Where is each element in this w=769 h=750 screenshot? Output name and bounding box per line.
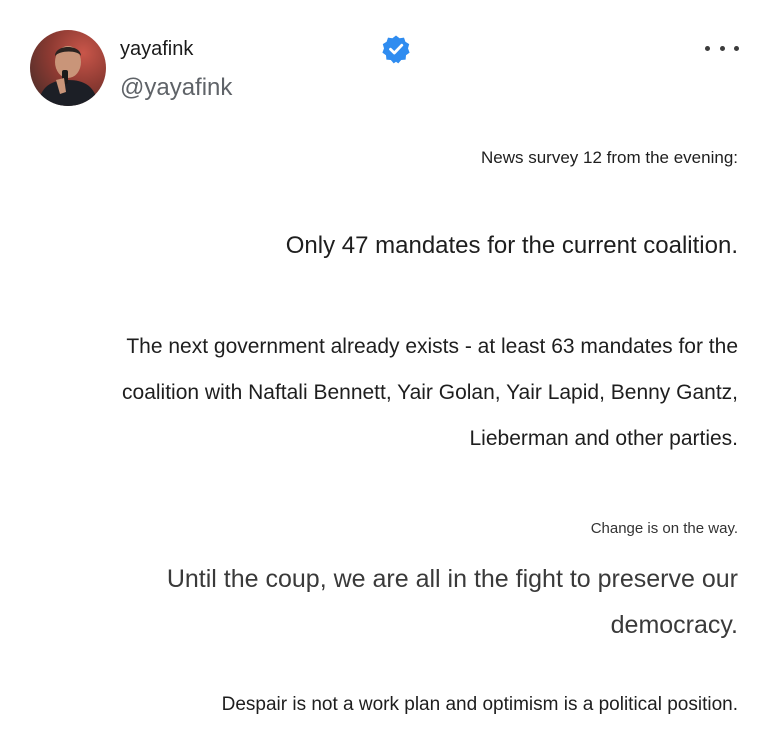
post-text-line: Change is on the way. [590,520,738,537]
person-avatar-icon[interactable] [30,30,106,106]
post-text-line: Only 47 mandates for the current coaliti… [285,232,738,259]
more-options-icon[interactable] [705,42,739,54]
post-text-line: Despair is not a work plan and optimism … [221,694,738,715]
verified-badge-icon [382,35,410,64]
post-card: yayafink @yayafink News survey 12 from t… [0,0,769,750]
post-text-line: News survey 12 from the evening: [480,148,738,167]
post-text-paragraph: The next government already exists - at … [122,335,738,450]
user-handle[interactable]: @yayafink [120,74,232,102]
display-name[interactable]: yayafink [120,38,193,61]
more-dot [734,45,739,51]
post-text-paragraph: Until the coup, we are all in the fight … [166,565,738,639]
more-dot [705,45,710,51]
more-dot [719,45,725,51]
